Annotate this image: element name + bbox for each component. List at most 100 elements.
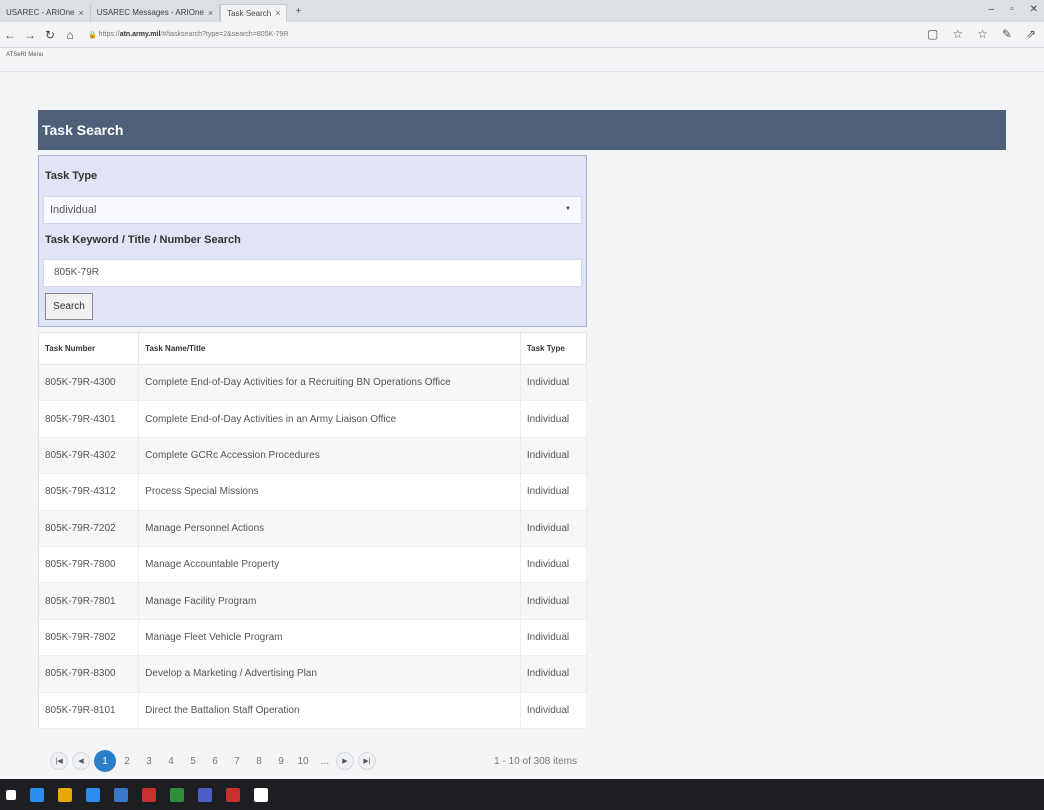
page-link-3[interactable]: 3 (138, 756, 160, 767)
notes-pen-icon[interactable]: ✎ (1002, 27, 1012, 41)
first-page-icon[interactable]: |◀ (50, 752, 68, 770)
table-row[interactable]: 805K-79R-8300 Develop a Marketing / Adver… (38, 655, 588, 693)
table-header-row: Task Number Task Name/Title Task Type (38, 332, 588, 365)
pager-info: 1 - 10 of 308 items (494, 755, 577, 767)
table-row[interactable]: 805K-79R-7800 Manage Accountable Property… (38, 546, 588, 584)
task-number-cell[interactable]: 805K-79R-4312 (38, 473, 140, 511)
edge-browser-icon[interactable] (86, 787, 100, 802)
task-type-cell: Individual (520, 582, 588, 620)
table-row[interactable]: 805K-79R-7802 Manage Fleet Vehicle Progra… (38, 619, 588, 657)
tab-title: USAREC - ARIOne (6, 8, 75, 17)
favorite-star-icon[interactable]: ☆ (952, 27, 963, 41)
task-number-cell[interactable]: 805K-79R-4302 (38, 437, 140, 475)
browser-tab-3[interactable]: Task Search × (220, 3, 288, 22)
back-icon[interactable]: ← (0, 28, 20, 42)
table-row[interactable]: 805K-79R-8101 Direct the Battalion Staff … (38, 692, 588, 729)
task-number-cell[interactable]: 805K-79R-7800 (38, 546, 140, 584)
column-header-task-number[interactable]: Task Number (38, 332, 140, 365)
task-title-cell[interactable]: Complete GCRc Accession Procedures (138, 437, 521, 475)
page-link-4[interactable]: 4 (160, 756, 182, 767)
excel-icon[interactable] (198, 787, 212, 802)
url-field[interactable]: 🔒 https:// atn.army.mil /#/tasksearch?ty… (88, 26, 908, 44)
window-close-icon[interactable]: ✕ (1030, 4, 1038, 15)
task-type-cell: Individual (520, 473, 588, 511)
page-title: Task Search (42, 122, 124, 138)
task-title-cell[interactable]: Complete End-of-Day Activities in an Arm… (138, 400, 521, 438)
browser-tab-1[interactable]: USAREC - ARIOne × (0, 3, 91, 22)
task-title-cell[interactable]: Direct the Battalion Staff Operation (138, 692, 521, 729)
browser-tab-2[interactable]: USAREC Messages - ARIOne × (91, 3, 221, 22)
task-type-cell: Individual (520, 655, 588, 693)
page-link-10[interactable]: 10 (292, 756, 314, 767)
task-title-cell[interactable]: Develop a Marketing / Advertising Plan (138, 655, 521, 693)
page-link-2[interactable]: 2 (116, 756, 138, 767)
page-link-more[interactable]: ... (314, 756, 336, 767)
search-icon[interactable] (30, 787, 44, 802)
task-type-select[interactable]: Individual ▼ (43, 196, 582, 224)
bookmark-item[interactable]: ATSeRI Menu (6, 52, 43, 58)
page-header: Task Search (38, 110, 1006, 150)
search-panel: Task Type Individual ▼ Task Keyword / Ti… (38, 155, 587, 327)
minimize-icon[interactable]: – (989, 4, 995, 15)
acrobat-icon[interactable] (254, 787, 268, 802)
table-row[interactable]: 805K-79R-7801 Manage Facility Program Indi… (38, 582, 588, 620)
next-page-icon[interactable]: ▶ (336, 752, 354, 770)
task-number-cell[interactable]: 805K-79R-7802 (38, 619, 140, 657)
search-button[interactable]: Search (45, 293, 93, 320)
task-type-cell: Individual (520, 400, 588, 438)
table-row[interactable]: 805K-79R-4302 Complete GCRc Accession Pro… (38, 437, 588, 475)
task-view-icon[interactable] (58, 787, 72, 802)
task-number-cell[interactable]: 805K-79R-7801 (38, 582, 140, 620)
bookmarks-bar: ATSeRI Menu (0, 48, 1044, 72)
forward-icon[interactable]: → (20, 28, 40, 42)
task-type-label: Task Type (45, 170, 98, 182)
task-number-cell[interactable]: 805K-79R-4300 (38, 364, 140, 402)
start-icon[interactable] (6, 789, 16, 800)
page-link-9[interactable]: 9 (270, 756, 292, 767)
page-link-5[interactable]: 5 (182, 756, 204, 767)
maximize-icon[interactable]: ▫ (1010, 4, 1014, 15)
pagination: |◀ ◀ 1 2 3 4 5 6 7 8 9 10 ... ▶ ▶| 1 - 1… (38, 746, 587, 776)
page-link-7[interactable]: 7 (226, 756, 248, 767)
column-header-task-type[interactable]: Task Type (520, 332, 588, 365)
task-title-cell[interactable]: Manage Personnel Actions (138, 510, 521, 547)
page-link-6[interactable]: 6 (204, 756, 226, 767)
table-row[interactable]: 805K-79R-4301 Complete End-of-Day Activit… (38, 400, 588, 438)
task-title-cell[interactable]: Complete End-of-Day Activities for a Rec… (138, 364, 521, 402)
task-title-cell[interactable]: Manage Facility Program (138, 582, 521, 620)
task-title-cell[interactable]: Process Special Missions (138, 473, 521, 511)
url-prefix: https:// (98, 31, 120, 38)
table-row[interactable]: 805K-79R-4312 Process Special Missions Ind… (38, 473, 588, 511)
internet-explorer-icon[interactable] (142, 787, 156, 802)
close-tab-icon[interactable]: × (78, 8, 83, 18)
file-explorer-icon[interactable] (114, 787, 128, 802)
task-title-cell[interactable]: Manage Fleet Vehicle Program (138, 619, 521, 657)
home-icon[interactable]: ⌂ (60, 28, 80, 42)
task-type-cell: Individual (520, 619, 588, 657)
keyword-search-value: 805K-79R (54, 267, 100, 278)
page-link-1[interactable]: 1 (94, 750, 116, 772)
task-number-cell[interactable]: 805K-79R-8300 (38, 655, 140, 693)
refresh-icon[interactable]: ↻ (40, 28, 60, 42)
task-number-cell[interactable]: 805K-79R-4301 (38, 400, 140, 438)
word-icon[interactable] (226, 787, 240, 802)
share-icon[interactable]: ⇗ (1026, 27, 1036, 41)
table-row[interactable]: 805K-79R-7202 Manage Personnel Actions Ind… (38, 510, 588, 547)
task-type-cell: Individual (520, 692, 588, 729)
close-tab-icon[interactable]: × (275, 8, 280, 18)
previous-page-icon[interactable]: ◀ (72, 752, 90, 770)
reading-view-icon[interactable]: ▢ (927, 27, 938, 41)
close-tab-icon[interactable]: × (208, 8, 213, 18)
new-tab-icon[interactable]: + (295, 6, 301, 17)
keyword-search-input[interactable]: 805K-79R (43, 259, 582, 287)
last-page-icon[interactable]: ▶| (358, 752, 376, 770)
favorites-hub-icon[interactable]: ☆ (977, 27, 988, 41)
table-row[interactable]: 805K-79R-4300 Complete End-of-Day Activit… (38, 364, 588, 402)
column-header-task-name[interactable]: Task Name/Title (138, 332, 521, 365)
tab-title: Task Search (227, 8, 272, 18)
page-link-8[interactable]: 8 (248, 756, 270, 767)
task-number-cell[interactable]: 805K-79R-8101 (38, 692, 140, 729)
task-number-cell[interactable]: 805K-79R-7202 (38, 510, 140, 547)
outlook-icon[interactable] (170, 787, 184, 802)
task-title-cell[interactable]: Manage Accountable Property (138, 546, 521, 584)
